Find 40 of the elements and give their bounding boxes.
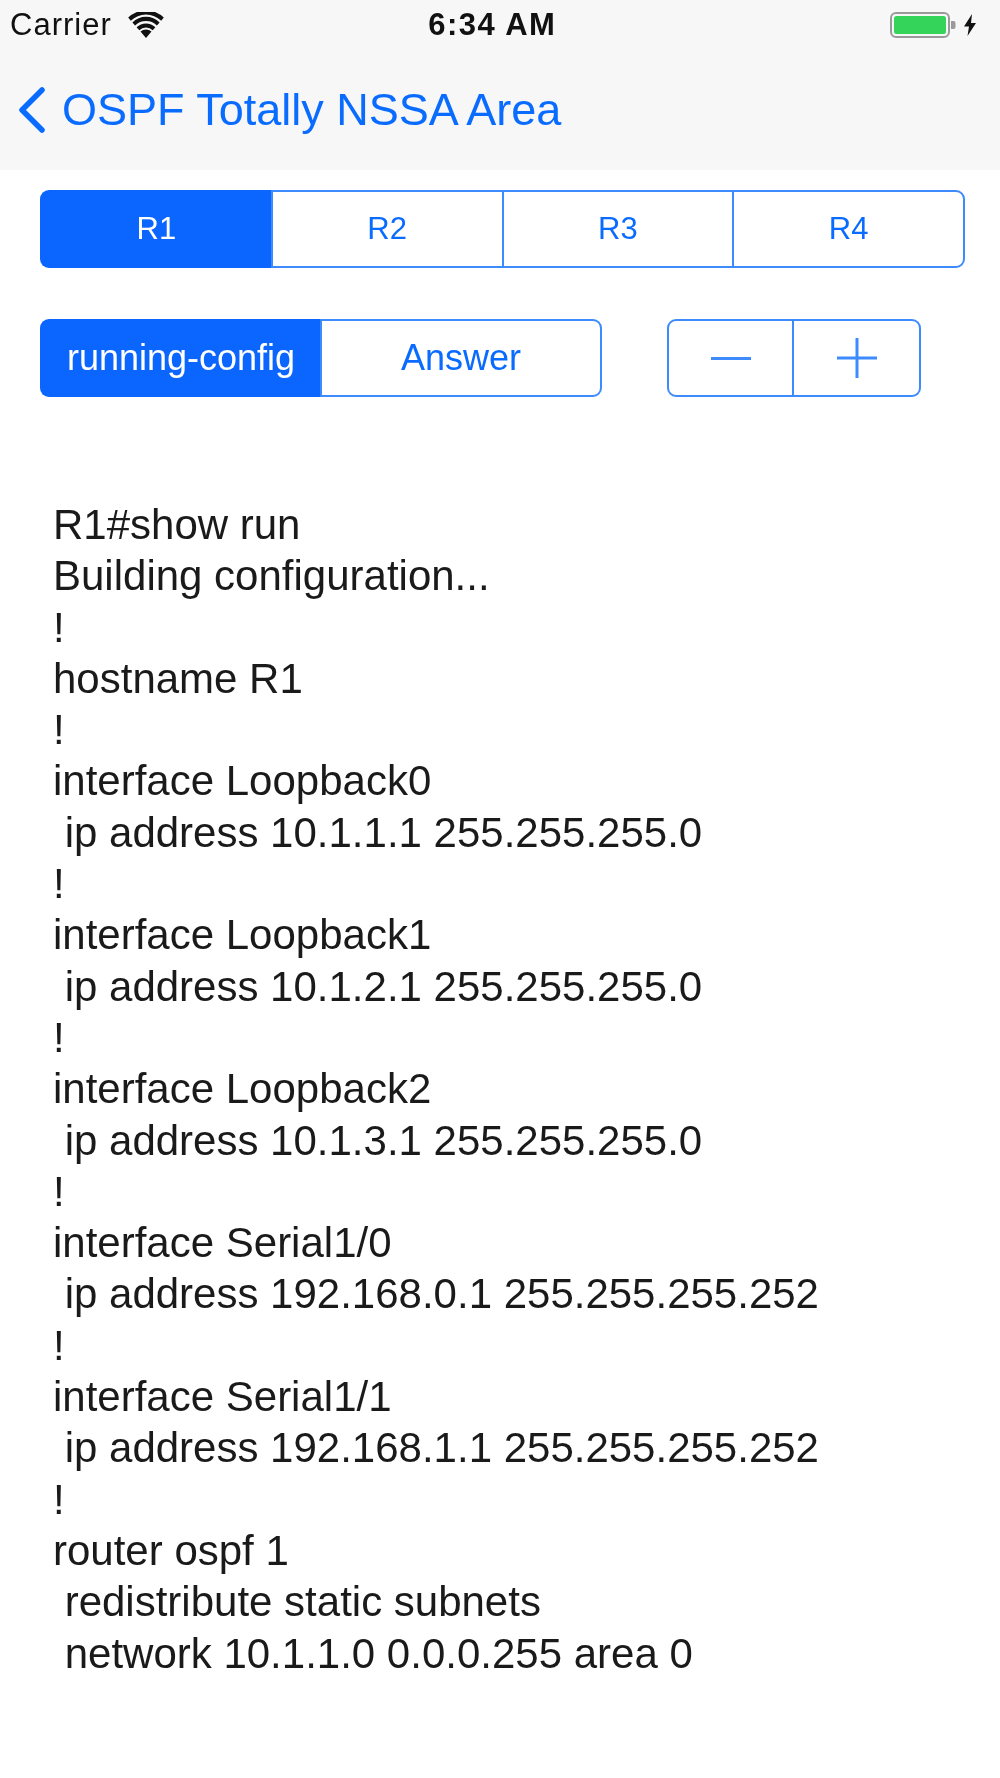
plus-icon <box>836 338 877 378</box>
config-line: ip address 10.1.2.1 255.255.255.0 <box>63 961 704 1012</box>
config-line: ip address 10.1.1.1 255.255.255.0 <box>63 807 704 858</box>
config-line: ip address 10.1.3.1 255.255.255.0 <box>63 1115 704 1166</box>
config-line: interface Loopback0 <box>53 756 433 807</box>
config-line: R1#show run <box>53 500 302 550</box>
lightning-bolt-icon <box>964 14 976 36</box>
chevron-left-icon <box>18 87 46 133</box>
wifi-icon <box>127 12 164 38</box>
config-line: ip address 192.168.0.1 255.255.255.252 <box>63 1269 820 1320</box>
decrease-button[interactable] <box>667 319 794 397</box>
config-line: ! <box>53 602 66 653</box>
config-line: network 10.1.1.0 0.0.0.255 area 0 <box>63 1628 694 1679</box>
config-line: interface Serial1/1 <box>53 1372 393 1423</box>
config-line: redistribute static subnets <box>63 1577 542 1628</box>
router-tab[interactable]: R4 <box>732 190 965 268</box>
increase-button[interactable] <box>794 319 921 397</box>
carrier-name: Carrier <box>10 7 112 43</box>
config-line: ip address 192.168.1.1 255.255.255.252 <box>63 1423 820 1474</box>
config-line: ! <box>53 1012 66 1063</box>
config-line: interface Serial1/0 <box>53 1218 393 1269</box>
battery-icon <box>890 12 956 38</box>
config-line: Building configuration... <box>53 551 491 602</box>
config-line: interface Loopback1 <box>53 910 433 961</box>
config-line: ! <box>53 859 66 910</box>
config-line: ! <box>53 1474 66 1525</box>
back-button[interactable]: OSPF Totally NSSA Area <box>18 84 562 136</box>
config-line: ! <box>53 1320 66 1371</box>
router-tab[interactable]: R1 <box>40 190 271 268</box>
router-tab[interactable]: R2 <box>270 190 502 268</box>
view-tab[interactable]: Answer <box>320 319 602 397</box>
status-time: 6:34 AM <box>428 7 557 43</box>
config-line: router ospf 1 <box>53 1525 290 1576</box>
view-tab[interactable]: running-config <box>40 319 320 397</box>
router-tab[interactable]: R3 <box>501 190 733 268</box>
config-line: interface Loopback2 <box>53 1064 433 1115</box>
minus-icon <box>710 356 751 360</box>
config-line: hostname R1 <box>53 653 304 704</box>
config-line: ! <box>53 705 66 756</box>
config-line: ! <box>53 1166 66 1217</box>
